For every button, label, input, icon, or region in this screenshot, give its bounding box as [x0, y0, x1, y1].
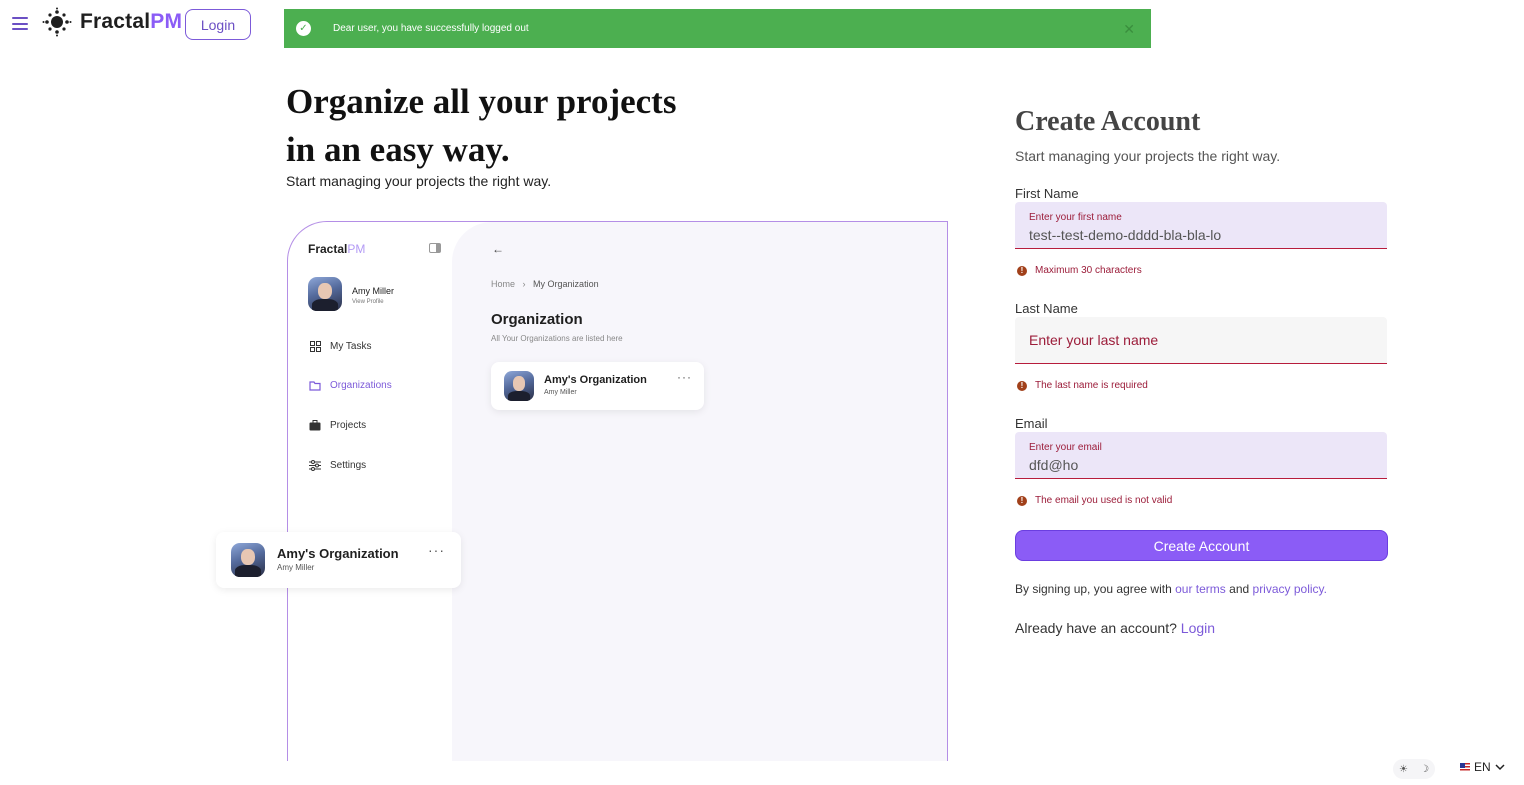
- email-field[interactable]: Enter your email: [1015, 432, 1387, 479]
- preview-subheading: All Your Organizations are listed here: [491, 334, 623, 343]
- sidebar-toggle-icon: [429, 243, 441, 253]
- hero-subtitle: Start managing your projects the right w…: [286, 173, 552, 189]
- sliders-icon: [309, 459, 321, 471]
- breadcrumb: Home › My Organization: [491, 279, 599, 289]
- logout-toast: ✓ Dear user, you have successfully logge…: [284, 9, 1151, 48]
- first-name-input[interactable]: [1029, 227, 1369, 243]
- language-code: EN: [1474, 760, 1491, 774]
- hero-title: Organize all your projects in an easy wa…: [286, 82, 677, 169]
- menu-icon[interactable]: [12, 17, 28, 30]
- language-selector[interactable]: EN: [1460, 760, 1505, 774]
- us-flag-icon: [1460, 762, 1470, 772]
- first-name-float-label: Enter your first name: [1029, 212, 1122, 223]
- sidebar-item-my-tasks: My Tasks: [309, 340, 372, 352]
- sun-icon: ☀: [1399, 763, 1408, 775]
- first-name-field[interactable]: Enter your first name: [1015, 202, 1387, 249]
- sidebar-item-organizations: Organizations: [309, 379, 392, 391]
- email-input[interactable]: [1029, 457, 1369, 473]
- preview-main-area: [452, 222, 947, 761]
- terms-link[interactable]: our terms: [1175, 582, 1226, 596]
- sidebar-item-projects: Projects: [309, 419, 366, 431]
- last-name-label: Last Name: [1015, 301, 1078, 316]
- theme-toggle[interactable]: ☀ ☽: [1393, 759, 1435, 779]
- already-have-account: Already have an account? Login: [1015, 620, 1216, 636]
- login-link[interactable]: Login: [1181, 620, 1215, 636]
- sidebar-item-settings: Settings: [309, 459, 366, 471]
- first-name-error: ! Maximum 30 characters: [1017, 265, 1142, 276]
- briefcase-icon: [309, 419, 321, 431]
- login-button[interactable]: Login: [185, 9, 251, 40]
- email-float-label: Enter your email: [1029, 442, 1102, 453]
- org-owner: Amy Miller: [277, 563, 315, 572]
- org-card: Amy's Organization Amy Miller ···: [491, 362, 704, 410]
- error-icon: !: [1017, 265, 1027, 276]
- preview-heading: Organization: [491, 311, 583, 328]
- create-account-button[interactable]: Create Account: [1015, 530, 1388, 561]
- preview-logo: FractalPM: [308, 242, 366, 256]
- folder-icon: [309, 379, 321, 391]
- chevron-down-icon: [1495, 760, 1505, 774]
- toast-message: Dear user, you have successfully logged …: [333, 23, 529, 34]
- back-arrow-icon: ←: [492, 242, 504, 256]
- preview-user-name: Amy Miller: [352, 286, 394, 296]
- privacy-policy-link[interactable]: privacy policy.: [1253, 582, 1327, 596]
- last-name-error: ! The last name is required: [1017, 380, 1148, 391]
- check-circle-icon: ✓: [296, 21, 311, 36]
- app-preview-mockup: FractalPM Amy Miller View Profile My Tas…: [287, 221, 948, 761]
- fractal-logo-icon: [42, 7, 72, 37]
- moon-icon: ☽: [1420, 763, 1429, 775]
- email-label: Email: [1015, 416, 1048, 431]
- grid-icon: [309, 340, 321, 352]
- error-icon: !: [1017, 380, 1027, 391]
- last-name-placeholder: Enter your last name: [1029, 332, 1159, 348]
- more-options-icon: ···: [677, 370, 692, 384]
- error-icon: !: [1017, 495, 1027, 506]
- more-options-icon[interactable]: ···: [428, 542, 445, 558]
- org-name: Amy's Organization: [277, 546, 399, 561]
- avatar: [231, 543, 265, 577]
- form-title: Create Account: [1015, 106, 1201, 137]
- terms-text: By signing up, you agree with our terms …: [1015, 582, 1327, 596]
- avatar: [504, 371, 534, 401]
- org-owner: Amy Miller: [544, 389, 577, 396]
- last-name-field[interactable]: Enter your last name: [1015, 317, 1387, 364]
- brand-name: FractalPM: [80, 10, 183, 33]
- floating-org-card: Amy's Organization Amy Miller ···: [216, 532, 461, 588]
- email-error: ! The email you used is not valid: [1017, 495, 1172, 506]
- close-icon[interactable]: ✕: [1123, 21, 1135, 38]
- app-logo[interactable]: FractalPM: [42, 7, 182, 37]
- org-name: Amy's Organization: [544, 374, 647, 386]
- avatar: [308, 277, 342, 311]
- preview-view-profile: View Profile: [352, 299, 384, 305]
- form-subtitle: Start managing your projects the right w…: [1015, 148, 1281, 164]
- first-name-label: First Name: [1015, 186, 1079, 201]
